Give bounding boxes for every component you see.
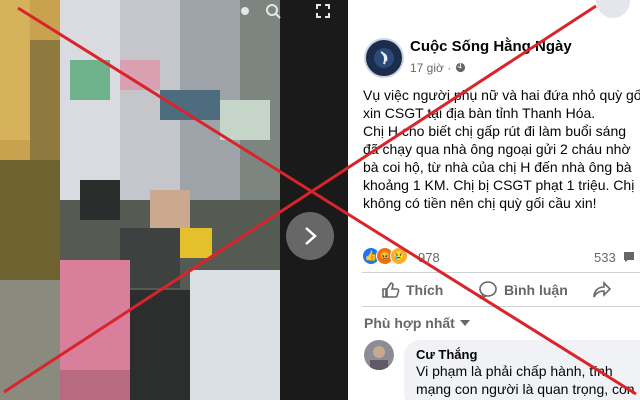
post-body-line: Vụ việc người phụ nữ và hai đứa nhỏ quỳ … xyxy=(363,87,640,103)
fullscreen-icon[interactable] xyxy=(308,0,338,22)
reaction-icons[interactable]: 👍 😡 😢 xyxy=(362,247,408,265)
comment-icon xyxy=(479,281,497,300)
comment-count[interactable]: 533 xyxy=(594,250,636,265)
like-label: Thích xyxy=(406,282,444,298)
page-avatar[interactable] xyxy=(364,38,404,78)
comment-bubble: Cư Thắng Vi phạm là phải chấp hành, tính… xyxy=(404,340,640,400)
post-body-line: bà coi hộ, từ nhà của chị H đến nhà ông … xyxy=(363,159,632,175)
post-time[interactable]: 17 giờ · xyxy=(410,61,466,75)
share-button[interactable] xyxy=(592,276,612,304)
close-dot-icon[interactable] xyxy=(230,0,260,22)
page-name[interactable]: Cuộc Sống Hằng Ngày xyxy=(410,38,572,55)
post-body-line: Chị H cho biết chị gấp rút đi làm buổi s… xyxy=(363,123,627,139)
caret-down-icon xyxy=(459,320,470,326)
reaction-count[interactable]: 978 xyxy=(418,250,440,265)
media-viewer xyxy=(0,0,348,400)
post-body-line: không có tiền nên chị quỳ gối cầu xin! xyxy=(363,195,597,211)
sort-label: Phù hợp nhất xyxy=(364,315,455,331)
thumbs-up-icon xyxy=(382,282,400,298)
comment-label: Bình luận xyxy=(504,282,568,298)
more-options-icon[interactable] xyxy=(596,0,630,18)
comment-author[interactable]: Cư Thắng xyxy=(416,347,640,362)
comment-avatar[interactable] xyxy=(364,340,394,370)
like-button[interactable]: Thích xyxy=(380,276,443,304)
comment-bubble-icon xyxy=(624,252,635,262)
comment-sort-dropdown[interactable]: Phù hợp nhất xyxy=(364,315,470,331)
comment-button[interactable]: Bình luận xyxy=(478,276,568,304)
comment-count-value: 533 xyxy=(594,250,616,265)
chevron-right-icon xyxy=(305,227,317,245)
share-icon xyxy=(593,281,612,298)
divider xyxy=(362,272,640,273)
dot-separator: · xyxy=(447,61,455,75)
comment-text-line: Vi phạm là phải chấp hành, tính xyxy=(416,363,613,379)
globe-icon xyxy=(455,62,465,73)
sad-reaction-icon: 😢 xyxy=(390,247,408,265)
next-photo-button[interactable] xyxy=(286,212,334,260)
divider xyxy=(362,306,640,307)
post-body-line: đã chạy qua nhà ông ngoại gửi 2 cháu nhờ xyxy=(363,141,631,157)
page-logo-icon xyxy=(374,48,394,68)
comment-text-line: mạng con người là quan trọng, còn xyxy=(416,381,635,397)
post-body-line: xin CSGT tại địa bàn tỉnh Thanh Hóa. xyxy=(363,105,596,121)
post-panel: Cuộc Sống Hằng Ngày 17 giờ · Vụ việc ngư… xyxy=(348,0,640,400)
post-body: Vụ việc người phụ nữ và hai đứa nhỏ quỳ … xyxy=(363,86,640,212)
zoom-icon[interactable] xyxy=(258,0,288,22)
post-body-line: khoảng 1 KM. Chị bị CSGT phạt 1 triệu. C… xyxy=(363,177,635,193)
post-time-text: 17 giờ xyxy=(410,61,444,75)
